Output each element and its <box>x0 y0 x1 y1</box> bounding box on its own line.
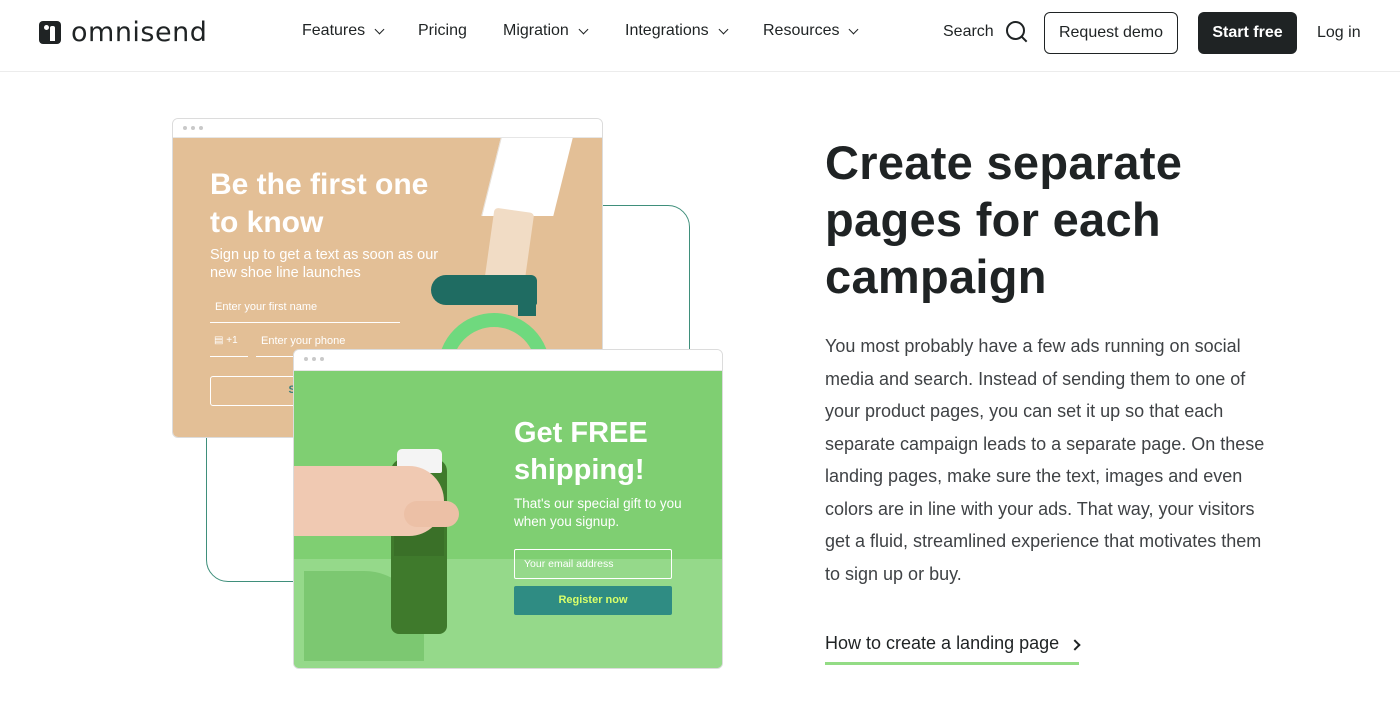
free-shipping-window: Get FREE shipping! That's our special gi… <box>293 349 723 669</box>
hand-finger-image <box>404 501 459 527</box>
email-field: Your email address <box>514 549 672 579</box>
site-header: omnisend Features Pricing Migration Inte… <box>0 0 1400 72</box>
register-now-button: Register now <box>514 586 672 615</box>
shoe-heel-image <box>518 288 536 316</box>
window-titlebar <box>294 350 722 371</box>
omnisend-logo-icon <box>39 20 61 44</box>
chevron-down-icon <box>374 24 385 34</box>
nav-integrations-label: Integrations <box>625 22 709 39</box>
nav-migration[interactable]: Migration <box>503 22 589 40</box>
nav-integrations[interactable]: Integrations <box>625 22 729 40</box>
country-code-label: +1 <box>226 335 238 346</box>
start-free-button[interactable]: Start free <box>1198 12 1297 54</box>
nav-pricing-label: Pricing <box>418 22 467 39</box>
first-name-field: Enter your first name <box>210 301 400 323</box>
search-button[interactable]: Search <box>943 21 1028 43</box>
section-paragraph: You most probably have a few ads running… <box>825 336 1265 584</box>
landing-page-link[interactable]: How to create a landing page <box>825 633 1081 665</box>
shoe-form-title: Be the first one to know <box>210 168 429 239</box>
section-heading: Create separate pages for each campaign <box>825 136 1183 303</box>
omnisend-logo[interactable]: omnisend <box>39 16 208 48</box>
nav-features[interactable]: Features <box>302 22 385 40</box>
chevron-down-icon <box>849 24 859 34</box>
shipping-form-subtitle: That's our special gift to you when you … <box>514 496 682 529</box>
us-flag-icon: ▤ <box>214 335 227 346</box>
logo-text: omnisend <box>71 16 208 48</box>
request-demo-button[interactable]: Request demo <box>1044 12 1178 54</box>
landing-page-link-label: How to create a landing page <box>825 633 1060 653</box>
nav-migration-label: Migration <box>503 22 569 39</box>
chevron-down-icon <box>718 24 729 34</box>
nav-features-label: Features <box>302 22 366 39</box>
nav-pricing[interactable]: Pricing <box>418 22 467 40</box>
nav-resources[interactable]: Resources <box>763 22 859 40</box>
search-icon <box>1005 21 1028 43</box>
search-label: Search <box>943 23 994 40</box>
leg-image <box>481 138 573 216</box>
window-dots <box>183 126 203 130</box>
login-link[interactable]: Log in <box>1317 24 1361 42</box>
chevron-right-icon <box>1069 639 1081 651</box>
free-shipping-form: Get FREE shipping! That's our special gi… <box>294 371 722 668</box>
window-dots <box>304 357 324 361</box>
chevron-down-icon <box>578 24 589 34</box>
nav-resources-label: Resources <box>763 22 840 39</box>
shoe-form-subtitle: Sign up to get a text as soon as our new… <box>210 247 439 281</box>
shipping-form-title: Get FREE shipping! <box>514 417 648 486</box>
window-titlebar <box>173 119 602 138</box>
country-code-field: ▤ +1 <box>210 335 248 357</box>
